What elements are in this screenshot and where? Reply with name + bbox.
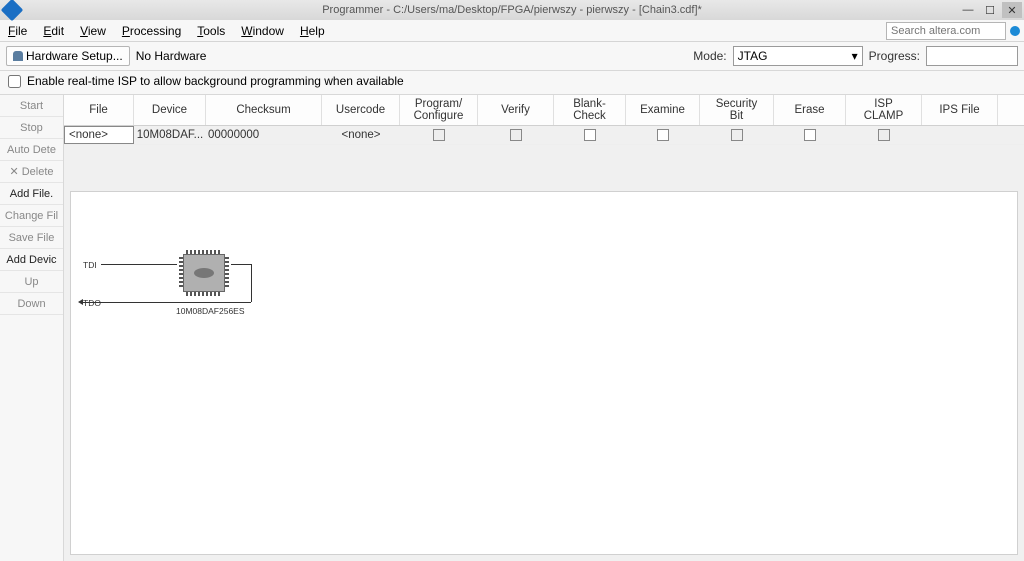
maximize-button[interactable]: ☐ bbox=[980, 2, 1000, 18]
menu-help[interactable]: Help bbox=[292, 22, 333, 40]
mode-label: Mode: bbox=[693, 49, 726, 63]
tdo-label: TDO bbox=[83, 298, 101, 308]
checkbox-icon bbox=[878, 129, 890, 141]
sidebar-add-device[interactable]: Add Devic bbox=[0, 249, 63, 271]
cell-blank-check[interactable] bbox=[554, 126, 626, 144]
app-icon bbox=[1, 0, 24, 21]
sidebar-down[interactable]: Down bbox=[0, 293, 63, 315]
th-blank-check[interactable]: Blank- Check bbox=[554, 95, 626, 125]
pins-bottom bbox=[186, 292, 220, 296]
progress-bar bbox=[926, 46, 1018, 66]
pins-right bbox=[225, 257, 229, 287]
cell-verify[interactable] bbox=[478, 126, 554, 144]
th-security-bit[interactable]: Security Bit bbox=[700, 95, 774, 125]
cell-erase[interactable] bbox=[774, 126, 846, 144]
sidebar-add-file[interactable]: Add File. bbox=[0, 183, 63, 205]
minimize-button[interactable]: — bbox=[958, 2, 978, 18]
sidebar-up[interactable]: Up bbox=[0, 271, 63, 293]
chain-diagram[interactable]: TDI TDO 10M08DAF256ES bbox=[70, 191, 1018, 555]
menu-view[interactable]: View bbox=[72, 22, 114, 40]
menubar: File Edit View Processing Tools Window H… bbox=[0, 20, 1024, 42]
wire bbox=[177, 302, 251, 303]
hardware-setup-label: Hardware Setup... bbox=[26, 49, 123, 63]
search-input[interactable] bbox=[886, 22, 1006, 40]
checkbox-icon bbox=[804, 129, 816, 141]
sidebar: Start Stop Auto Dete ✕ Delete Add File. … bbox=[0, 95, 64, 561]
th-checksum[interactable]: Checksum bbox=[206, 95, 322, 125]
realtime-isp-checkbox[interactable] bbox=[8, 75, 21, 88]
cell-usercode: <none> bbox=[322, 126, 400, 144]
main-area: Start Stop Auto Dete ✕ Delete Add File. … bbox=[0, 95, 1024, 561]
th-ips-file[interactable]: IPS File bbox=[922, 95, 998, 125]
wire bbox=[101, 264, 177, 265]
window-title: Programmer - C:/Users/ma/Desktop/FPGA/pi… bbox=[322, 4, 702, 16]
realtime-isp-label: Enable real-time ISP to allow background… bbox=[27, 74, 404, 88]
th-device[interactable]: Device bbox=[134, 95, 206, 125]
cell-examine[interactable] bbox=[626, 126, 700, 144]
checkbox-icon bbox=[731, 129, 743, 141]
chip-device[interactable] bbox=[177, 248, 231, 298]
th-program[interactable]: Program/ Configure bbox=[400, 95, 478, 125]
th-verify[interactable]: Verify bbox=[478, 95, 554, 125]
sidebar-change-file[interactable]: Change Fil bbox=[0, 205, 63, 227]
mode-value: JTAG bbox=[738, 49, 768, 63]
hardware-status: No Hardware bbox=[136, 49, 207, 63]
checkbox-icon bbox=[657, 129, 669, 141]
dropdown-icon: ▾ bbox=[852, 49, 858, 63]
hardware-setup-button[interactable]: Hardware Setup... bbox=[6, 46, 130, 66]
th-erase[interactable]: Erase bbox=[774, 95, 846, 125]
chip-label: 10M08DAF256ES bbox=[176, 306, 245, 316]
cell-device: 10M08DAF... bbox=[134, 126, 206, 144]
table-row[interactable]: <none> 10M08DAF... 00000000 <none> bbox=[64, 126, 1024, 145]
sidebar-save-file[interactable]: Save File bbox=[0, 227, 63, 249]
mode-select[interactable]: JTAG ▾ bbox=[733, 46, 863, 66]
window-controls: — ☐ ✕ bbox=[958, 2, 1024, 18]
progress-label: Progress: bbox=[869, 49, 920, 63]
menu-edit[interactable]: Edit bbox=[35, 22, 72, 40]
sidebar-auto-detect[interactable]: Auto Dete bbox=[0, 139, 63, 161]
wire bbox=[231, 264, 251, 265]
intel-logo-icon bbox=[194, 268, 214, 278]
search-container bbox=[886, 22, 1020, 40]
th-isp-clamp[interactable]: ISP CLAMP bbox=[846, 95, 922, 125]
cell-checksum: 00000000 bbox=[206, 126, 322, 144]
th-usercode[interactable]: Usercode bbox=[322, 95, 400, 125]
titlebar: Programmer - C:/Users/ma/Desktop/FPGA/pi… bbox=[0, 0, 1024, 20]
cell-isp-clamp[interactable] bbox=[846, 126, 922, 144]
wire bbox=[83, 302, 177, 303]
th-examine[interactable]: Examine bbox=[626, 95, 700, 125]
checkbox-icon bbox=[584, 129, 596, 141]
menu-file[interactable]: File bbox=[0, 22, 35, 40]
th-file[interactable]: File bbox=[64, 95, 134, 125]
checkbox-icon bbox=[510, 129, 522, 141]
sidebar-start[interactable]: Start bbox=[0, 95, 63, 117]
cell-security-bit[interactable] bbox=[700, 126, 774, 144]
cell-ips-file bbox=[922, 126, 998, 144]
close-button[interactable]: ✕ bbox=[1002, 2, 1022, 18]
menu-tools[interactable]: Tools bbox=[189, 22, 233, 40]
content-area: File Device Checksum Usercode Program/ C… bbox=[64, 95, 1024, 561]
menu-window[interactable]: Window bbox=[233, 22, 292, 40]
cell-file[interactable]: <none> bbox=[64, 126, 134, 144]
menu-processing[interactable]: Processing bbox=[114, 22, 189, 40]
search-icon[interactable] bbox=[1010, 26, 1020, 36]
table-header: File Device Checksum Usercode Program/ C… bbox=[64, 95, 1024, 126]
toolbar: Hardware Setup... No Hardware Mode: JTAG… bbox=[0, 42, 1024, 71]
user-icon bbox=[13, 51, 23, 61]
option-row: Enable real-time ISP to allow background… bbox=[0, 71, 1024, 95]
wire bbox=[251, 264, 252, 302]
checkbox-icon bbox=[433, 129, 445, 141]
sidebar-stop[interactable]: Stop bbox=[0, 117, 63, 139]
tdi-label: TDI bbox=[83, 260, 97, 270]
sidebar-delete[interactable]: ✕ Delete bbox=[0, 161, 63, 183]
cell-program[interactable] bbox=[400, 126, 478, 144]
